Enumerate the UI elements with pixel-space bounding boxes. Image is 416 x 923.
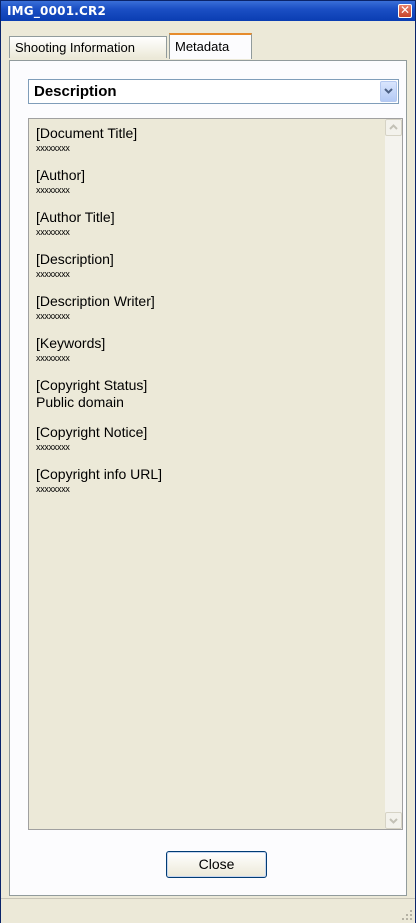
- field-label: [Document Title]: [36, 125, 138, 141]
- field-label: [Keywords]: [36, 335, 106, 351]
- list-item: [Description] xxxxxxxx: [36, 251, 376, 280]
- window-title: IMG_0001.CR2: [7, 4, 107, 18]
- chevron-down-icon: [389, 818, 398, 824]
- field-label: [Copyright Notice]: [36, 424, 148, 440]
- field-value: xxxxxxxx: [36, 227, 70, 237]
- list-item: [Author] xxxxxxxx: [36, 167, 376, 196]
- field-value: xxxxxxxx: [36, 185, 70, 195]
- field-value: xxxxxxxx: [36, 311, 70, 321]
- field-value: Public domain: [36, 394, 124, 410]
- vertical-scrollbar[interactable]: [385, 119, 402, 829]
- field-label: [Copyright info URL]: [36, 466, 163, 482]
- chevron-up-icon: [389, 124, 398, 130]
- list-item: [Document Title] xxxxxxxx: [36, 125, 376, 154]
- resize-grip-icon[interactable]: [401, 909, 413, 921]
- metadata-window: IMG_0001.CR2 ✕ Shooting Information Meta…: [0, 0, 416, 923]
- list-item: [Copyright info URL] xxxxxxxx: [36, 466, 376, 495]
- scroll-down-button[interactable]: [385, 812, 402, 829]
- list-item: [Copyright Status] Public domain: [36, 377, 376, 411]
- scroll-up-button[interactable]: [385, 119, 402, 136]
- metadata-list-content: [Document Title] xxxxxxxx [Author] xxxxx…: [36, 125, 376, 508]
- status-bar: [1, 898, 415, 923]
- field-label: [Author]: [36, 167, 86, 183]
- field-label: [Description]: [36, 251, 114, 267]
- list-item: [Copyright Notice] xxxxxxxx: [36, 424, 376, 453]
- metadata-list[interactable]: [Document Title] xxxxxxxx [Author] xxxxx…: [28, 118, 403, 830]
- close-button[interactable]: Close: [166, 851, 267, 878]
- tab-metadata[interactable]: Metadata: [169, 33, 252, 59]
- close-window-icon[interactable]: ✕: [398, 4, 412, 18]
- dropdown-selected-value: Description: [34, 83, 117, 100]
- list-item: [Keywords] xxxxxxxx: [36, 335, 376, 364]
- field-value: xxxxxxxx: [36, 484, 70, 494]
- field-label: [Copyright Status]: [36, 377, 148, 393]
- field-label: [Author Title]: [36, 209, 115, 225]
- field-value: xxxxxxxx: [36, 143, 70, 153]
- title-bar[interactable]: IMG_0001.CR2 ✕: [1, 1, 415, 21]
- list-item: [Description Writer] xxxxxxxx: [36, 293, 376, 322]
- list-item: [Author Title] xxxxxxxx: [36, 209, 376, 238]
- field-value: xxxxxxxx: [36, 269, 70, 279]
- field-label: [Description Writer]: [36, 293, 155, 309]
- tab-shooting-information[interactable]: Shooting Information: [9, 36, 167, 58]
- field-value: xxxxxxxx: [36, 353, 70, 363]
- field-value: xxxxxxxx: [36, 442, 70, 452]
- category-dropdown[interactable]: Description: [28, 79, 399, 104]
- chevron-down-icon[interactable]: [380, 81, 397, 102]
